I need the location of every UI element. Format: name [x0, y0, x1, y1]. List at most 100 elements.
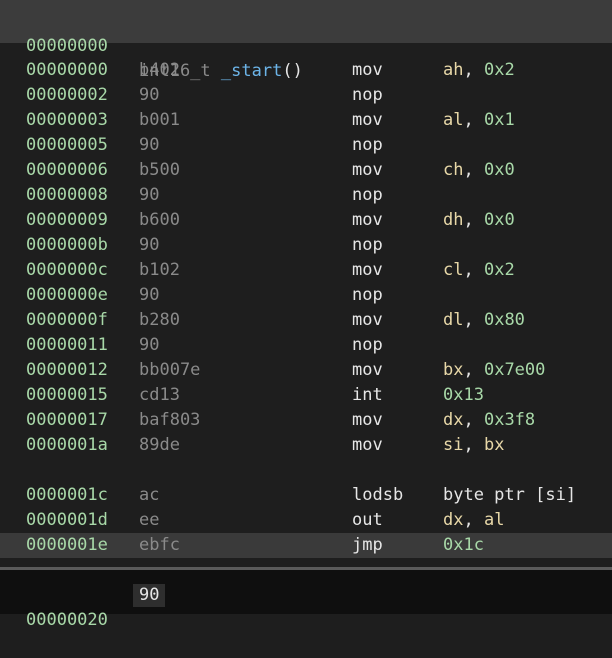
operand-immediate[interactable]: 0x2 [484, 60, 515, 80]
operand-immediate[interactable]: 0x80 [484, 310, 525, 330]
instruction-row[interactable]: 00000006 b500 mov ch, 0x0 [0, 158, 612, 183]
instruction-bytes: bb007e [139, 360, 201, 380]
operand-immediate[interactable]: 0x0 [484, 210, 515, 230]
instruction-row[interactable]: 0000000b 90 nop [0, 233, 612, 258]
operand-text: , [463, 110, 484, 130]
operand-register[interactable]: cl [443, 260, 463, 280]
operand-text: , [463, 510, 484, 530]
instruction-address: 00000003 [26, 110, 108, 130]
operand-register[interactable]: dx [443, 410, 463, 430]
instruction-operands: al, 0x1 [443, 108, 515, 133]
instruction-address: 00000008 [26, 185, 108, 205]
hex-address: 00000020 [26, 610, 108, 630]
instruction-address: 0000000f [26, 310, 108, 330]
instruction-mnemonic: mov [352, 360, 383, 380]
instruction-row[interactable]: 0000001e ebfc jmp 0x1c [0, 533, 612, 558]
instruction-mnemonic: mov [352, 410, 383, 430]
operand-immediate[interactable]: 0x0 [484, 160, 515, 180]
instruction-row[interactable]: 0000000c b102 mov cl, 0x2 [0, 258, 612, 283]
instruction-row[interactable]: 00000008 90 nop [0, 183, 612, 208]
instruction-operands: dl, 0x80 [443, 308, 525, 333]
operand-immediate[interactable]: 0x3f8 [484, 410, 535, 430]
instruction-operands: dh, 0x0 [443, 208, 515, 233]
instruction-row[interactable]: 00000009 b600 mov dh, 0x0 [0, 208, 612, 233]
instruction-address: 00000005 [26, 135, 108, 155]
instruction-row[interactable]: 00000003 b001 mov al, 0x1 [0, 108, 612, 133]
instruction-bytes: 90 [139, 135, 160, 155]
instruction-row[interactable]: 00000015 cd13 int 0x13 [0, 383, 612, 408]
instruction-address: 00000002 [26, 85, 108, 105]
instruction-mnemonic: mov [352, 310, 383, 330]
instruction-row[interactable]: 00000011 90 nop [0, 333, 612, 358]
instruction-address: 00000017 [26, 410, 108, 430]
instruction-bytes: 90 [139, 185, 160, 205]
instruction-address: 0000000b [26, 235, 108, 255]
instruction-mnemonic: nop [352, 185, 383, 205]
instruction-mnemonic: nop [352, 135, 383, 155]
instruction-address: 0000001a [26, 435, 108, 455]
instruction-address: 0000001d [26, 510, 108, 530]
operand-immediate[interactable]: 0x13 [443, 385, 484, 405]
instruction-mnemonic: nop [352, 335, 383, 355]
operand-text: , [463, 310, 484, 330]
hex-byte-cell[interactable]: 90 [133, 584, 166, 607]
operand-register[interactable]: dh [443, 210, 463, 230]
instruction-operands: bx, 0x7e00 [443, 358, 545, 383]
instruction-bytes: b402 [139, 60, 180, 80]
instruction-row[interactable]: 0000000f b280 mov dl, 0x80 [0, 308, 612, 333]
instruction-operands: dx, 0x3f8 [443, 408, 535, 433]
instruction-operands: ah, 0x2 [443, 58, 515, 83]
hex-view-row[interactable]: 00000020 90 [0, 583, 612, 630]
operand-text: , [463, 410, 484, 430]
instruction-address: 00000015 [26, 385, 108, 405]
instruction-row[interactable]: 0000001d ee out dx, al [0, 508, 612, 533]
operand-register[interactable]: dx [443, 510, 463, 530]
operand-register[interactable]: si [443, 435, 463, 455]
operand-register[interactable]: dl [443, 310, 463, 330]
operand-immediate[interactable]: 0x2 [484, 260, 515, 280]
instruction-mnemonic: nop [352, 85, 383, 105]
instruction-operands: si, bx [443, 433, 504, 458]
instruction-row[interactable]: 00000000 b402 mov ah, 0x2 [0, 58, 612, 83]
instruction-mnemonic: lodsb [352, 485, 404, 505]
instruction-mnemonic: mov [352, 210, 383, 230]
operand-immediate[interactable]: 0x1 [484, 110, 515, 130]
instruction-bytes: cd13 [139, 385, 180, 405]
instruction-operands: dx, al [443, 508, 504, 533]
instruction-bytes: ee [139, 510, 160, 530]
operand-register[interactable]: ch [443, 160, 463, 180]
instruction-mnemonic: mov [352, 110, 383, 130]
instruction-row[interactable]: 00000017 baf803 mov dx, 0x3f8 [0, 408, 612, 433]
instruction-row[interactable]: 0000001a 89de mov si, bx [0, 433, 612, 458]
operand-text: , [463, 60, 484, 80]
instruction-mnemonic: out [352, 510, 383, 530]
instruction-bytes: 90 [139, 285, 160, 305]
instruction-row[interactable]: 0000000e 90 nop [0, 283, 612, 308]
instruction-bytes: 89de [139, 435, 180, 455]
instruction-address: 00000011 [26, 335, 108, 355]
instruction-mnemonic: mov [352, 435, 383, 455]
operand-register[interactable]: ah [443, 60, 463, 80]
instruction-mnemonic: jmp [352, 535, 383, 555]
operand-register[interactable]: bx [443, 360, 463, 380]
operand-register[interactable]: bx [484, 435, 504, 455]
instruction-address: 00000000 [26, 60, 108, 80]
instruction-address: 00000012 [26, 360, 108, 380]
instruction-mnemonic: int [352, 385, 383, 405]
instruction-row[interactable]: 00000005 90 nop [0, 133, 612, 158]
instruction-row[interactable]: 00000002 90 nop [0, 83, 612, 108]
instruction-row[interactable]: 00000012 bb007e mov bx, 0x7e00 [0, 358, 612, 383]
operand-register[interactable]: al [484, 510, 504, 530]
function-address: 00000000 [26, 36, 108, 56]
instruction-mnemonic: mov [352, 160, 383, 180]
operand-register[interactable]: al [443, 110, 463, 130]
instruction-operands: 0x1c [443, 533, 484, 558]
operand-text: , [463, 435, 484, 455]
instruction-bytes: ac [139, 485, 160, 505]
instruction-row[interactable]: 0000001c ac lodsb byte ptr [si] [0, 483, 612, 508]
instruction-bytes: b600 [139, 210, 180, 230]
function-header[interactable]: 00000000 int16_t _start() [0, 9, 612, 81]
instruction-address: 00000006 [26, 160, 108, 180]
operand-immediate[interactable]: 0x7e00 [484, 360, 545, 380]
operand-immediate[interactable]: 0x1c [443, 535, 484, 555]
